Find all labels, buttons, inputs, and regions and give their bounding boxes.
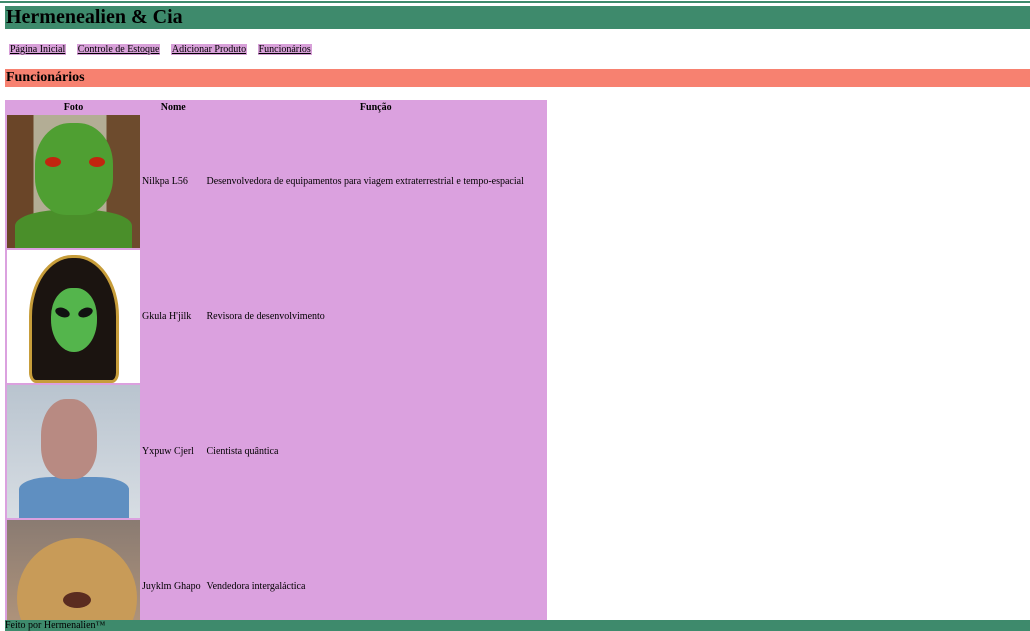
employee-role: Desenvolvedora de equipamentos para viag… (206, 175, 524, 187)
photo-cell (7, 385, 140, 518)
nav-link-add-product[interactable]: Adicionar Produto (170, 44, 248, 55)
employee-role: Revisora de desenvolvimento (206, 310, 325, 322)
employee-role: Cientista quântica (206, 445, 279, 457)
footer-credit: Feito por Hermenalien™ (5, 620, 106, 631)
site-footer: Feito por Hermenalien™ (5, 620, 1030, 631)
employee-photo (7, 520, 140, 620)
employee-name: Yxpuw Cjerl (142, 445, 194, 457)
employees-table-container: Foto Nome Função Nilkpa L56 Desenvolvedo… (5, 100, 547, 620)
nav-link-home[interactable]: Página Inicial (9, 44, 67, 55)
employee-photo (7, 115, 140, 248)
employee-name: Nilkpa L56 (142, 175, 188, 187)
employee-role: Vendedora intergaláctica (206, 580, 306, 592)
main-nav: Página Inicial Controle de Estoque Adici… (9, 44, 320, 56)
employee-name: Gkula H'jilk (142, 310, 192, 322)
column-header-photo: Foto (63, 101, 84, 113)
site-title: Hermenealien & Cia (6, 6, 183, 28)
photo-cell (7, 520, 140, 620)
table-row: Yxpuw Cjerl Cientista quântica (7, 385, 545, 518)
table-row: Juyklm Ghapo Vendedora intergaláctica (7, 520, 545, 620)
column-header-name: Nome (160, 101, 186, 113)
employee-photo (7, 250, 140, 383)
table-header-row: Foto Nome Função (7, 102, 545, 113)
photo-cell (7, 250, 140, 383)
employee-photo (7, 385, 140, 518)
section-header: Funcionários (5, 69, 1030, 87)
column-header-role: Função (359, 101, 392, 113)
section-title: Funcionários (6, 70, 85, 85)
top-rule (0, 1, 1030, 3)
nav-link-stock-control[interactable]: Controle de Estoque (76, 44, 161, 55)
site-header: Hermenealien & Cia (5, 6, 1030, 29)
photo-cell (7, 115, 140, 248)
employee-name: Juyklm Ghapo (142, 580, 201, 592)
nav-link-employees[interactable]: Funcionários (257, 44, 312, 55)
table-row: Gkula H'jilk Revisora de desenvolvimento (7, 250, 545, 383)
table-row: Nilkpa L56 Desenvolvedora de equipamento… (7, 115, 545, 248)
employees-table: Foto Nome Função Nilkpa L56 Desenvolvedo… (5, 100, 547, 620)
